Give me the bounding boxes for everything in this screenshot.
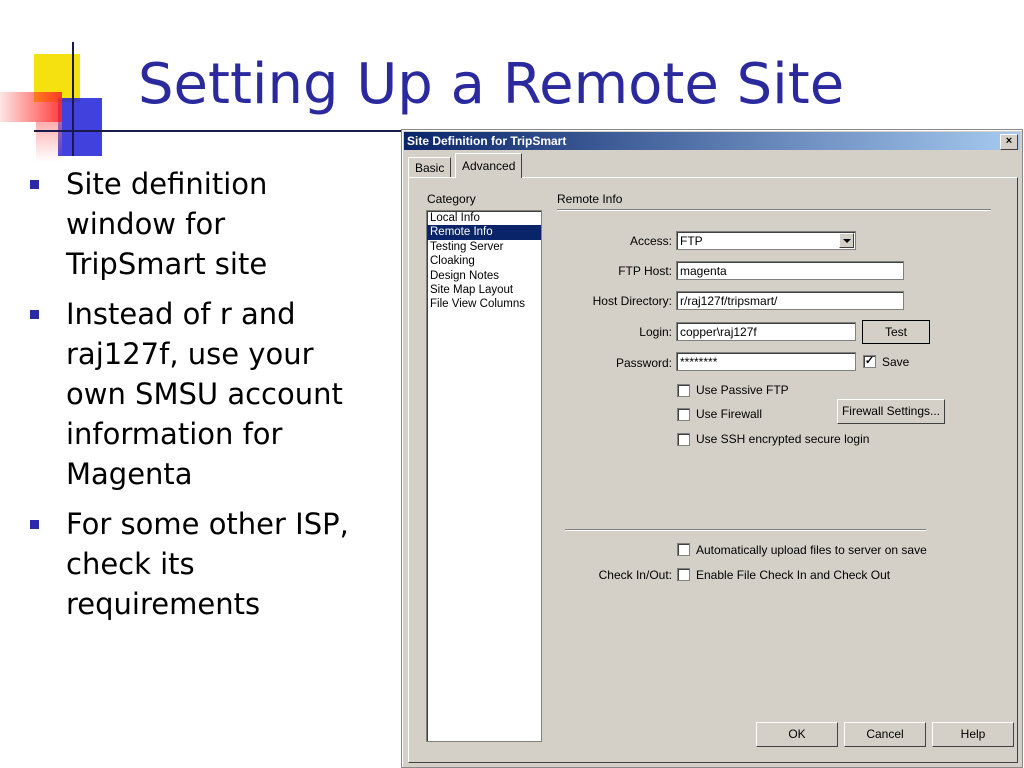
bullet-square-icon [30,310,39,319]
category-item-site-map-layout[interactable]: Site Map Layout [427,283,541,297]
bullet-item: Site definition window for TripSmart sit… [30,164,350,284]
login-label: Login: [639,325,672,339]
firewall-checkbox[interactable] [677,408,690,421]
bullet-text: Instead of r and raj127f, use your own S… [66,297,343,491]
section-divider [557,209,991,211]
tab-basic[interactable]: Basic [408,157,452,178]
category-label: Category [427,192,476,206]
category-item-file-view-columns[interactable]: File View Columns [427,297,541,311]
category-item-local-info[interactable]: Local Info [427,211,541,225]
save-checkbox[interactable]: ✓ [863,355,876,368]
title-underline [130,130,402,132]
login-input[interactable]: copper\raj127f [676,322,856,341]
red-bar-fade [36,122,62,162]
test-button[interactable]: Test [862,320,930,344]
bullet-list: Site definition window for TripSmart sit… [30,164,350,634]
password-label: Password: [615,356,672,370]
firewall-label: Use Firewall [696,407,763,421]
bullet-item: Instead of r and raj127f, use your own S… [30,294,350,494]
slide-title: Setting Up a Remote Site [138,52,845,117]
chevron-down-icon[interactable] [839,233,854,248]
ftp-host-input[interactable]: magenta [676,261,904,280]
vertical-rule [72,42,74,156]
category-list[interactable]: Local Info Remote Info Testing Server Cl… [426,210,542,742]
close-button[interactable]: × [1000,134,1018,150]
ssh-checkbox[interactable] [677,433,690,446]
tab-advanced[interactable]: Advanced [455,153,523,178]
access-select[interactable]: FTP [676,231,856,250]
dialog-title: Site Definition for TripSmart [407,134,567,148]
dialog-titlebar[interactable]: Site Definition for TripSmart × [404,132,1020,150]
passive-ftp-label: Use Passive FTP [696,383,789,397]
bullet-item: For some other ISP, check its requiremen… [30,504,350,624]
bullet-text: Site definition window for TripSmart sit… [66,167,268,281]
host-directory-label: Host Directory: [592,294,672,308]
passive-ftp-checkbox[interactable] [677,384,690,397]
checkmark-icon: ✓ [864,355,875,367]
options-divider [565,529,926,531]
firewall-settings-button[interactable]: Firewall Settings... [837,399,945,424]
category-item-design-notes[interactable]: Design Notes [427,269,541,283]
category-item-testing-server[interactable]: Testing Server [427,240,541,254]
auto-upload-label: Automatically upload files to server on … [696,543,927,557]
blue-square [58,98,102,156]
bullet-text: For some other ISP, check its requiremen… [66,507,349,621]
category-item-remote-info[interactable]: Remote Info [427,225,541,240]
check-in-out-checkbox[interactable] [677,568,690,581]
check-in-out-label: Check In/Out: [598,568,672,582]
bullet-square-icon [30,180,39,189]
access-value: FTP [680,234,703,248]
help-button[interactable]: Help [932,722,1014,747]
horizontal-rule [34,130,130,132]
category-item-cloaking[interactable]: Cloaking [427,254,541,268]
red-bar [0,92,62,122]
access-label: Access: [629,234,672,248]
ok-button[interactable]: OK [756,722,838,747]
ftp-host-label: FTP Host: [618,264,672,278]
slide-decoration [0,40,130,162]
check-in-out-option-label: Enable File Check In and Check Out [696,568,891,582]
ssh-label: Use SSH encrypted secure login [696,432,870,446]
auto-upload-checkbox[interactable] [677,543,690,556]
section-title: Remote Info [557,192,623,206]
cancel-button[interactable]: Cancel [844,722,926,747]
save-label: Save [882,355,910,369]
site-definition-dialog: Site Definition for TripSmart × Basic Ad… [401,129,1023,768]
host-directory-input[interactable]: r/raj127f/tripsmart/ [676,291,904,310]
password-input[interactable]: ******** [676,352,856,371]
bullet-square-icon [30,520,39,529]
